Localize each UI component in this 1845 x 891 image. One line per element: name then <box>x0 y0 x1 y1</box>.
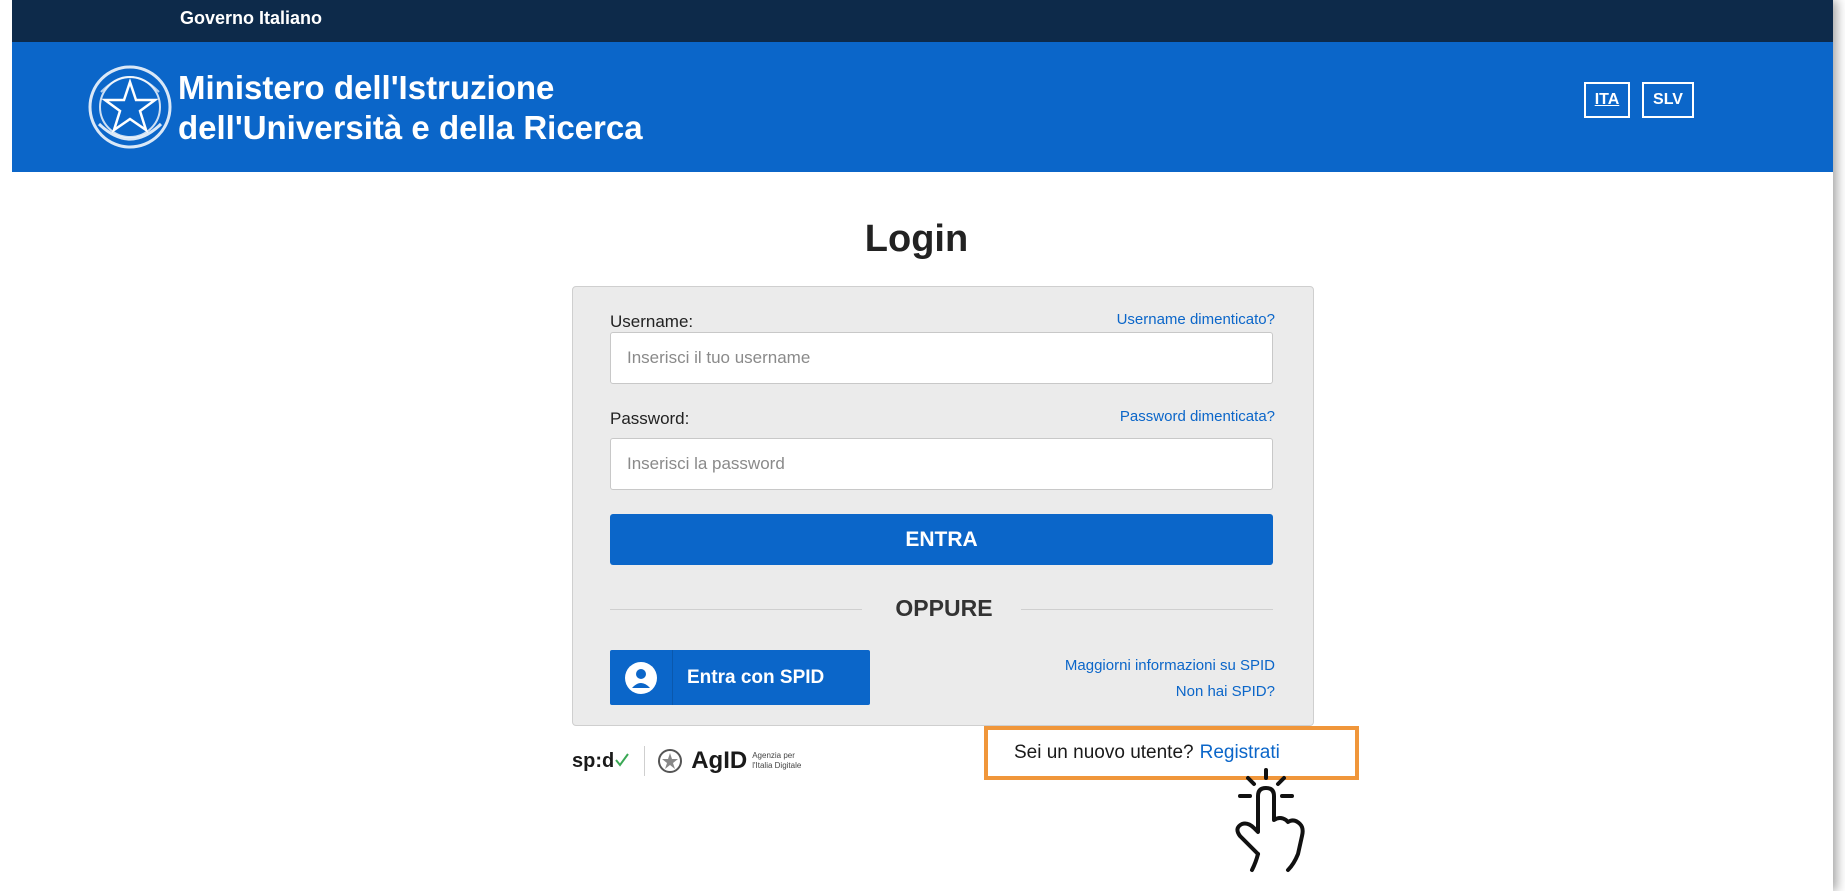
register-link[interactable]: Registrati <box>1200 742 1280 764</box>
register-question: Sei un nuovo utente? <box>1014 742 1194 763</box>
password-label: Password: <box>610 409 690 428</box>
footer-logos: sp:d AgID Agenzia per l'Italia Digitale <box>572 744 801 778</box>
repubblica-emblem-icon <box>88 65 172 149</box>
spid-links: Maggiorni informazioni su SPID Non hai S… <box>1065 653 1275 705</box>
check-icon <box>615 752 630 767</box>
header: Ministero dell'Istruzione dell'Universit… <box>12 42 1833 172</box>
username-input[interactable] <box>610 332 1273 384</box>
lang-ita-button[interactable]: ITA <box>1584 82 1630 118</box>
login-card: Username: Username dimenticato? Password… <box>572 286 1314 726</box>
page-title: Login <box>864 218 969 260</box>
spid-no-link[interactable]: Non hai SPID? <box>1065 679 1275 705</box>
ministry-title[interactable]: Ministero dell'Istruzione dell'Universit… <box>178 68 643 148</box>
password-forgot-link[interactable]: Password dimenticata? <box>1120 408 1275 425</box>
username-forgot-link[interactable]: Username dimenticato? <box>1117 311 1275 328</box>
agid-logo: AgID <box>691 747 748 774</box>
gov-bar-label[interactable]: Governo Italiano <box>180 8 322 29</box>
separator-label: OPPURE <box>895 595 993 621</box>
ministry-title-line2: dell'Università e della Ricerca <box>178 109 643 146</box>
spid-login-label: Entra con SPID <box>687 666 825 688</box>
gov-bar: Governo Italiano <box>12 0 1833 42</box>
agid-sub-line1: Agenzia per <box>752 751 795 760</box>
spid-logo: sp:d <box>572 750 630 773</box>
logo-divider <box>644 746 646 776</box>
username-label: Username: <box>610 312 694 331</box>
spid-logo-text: sp:d <box>572 749 615 772</box>
agid-sub-line2: l'Italia Digitale <box>752 761 802 770</box>
agid-subtitle: Agenzia per l'Italia Digitale <box>752 751 801 771</box>
lang-slv-button[interactable]: SLV <box>1642 82 1694 118</box>
entra-button[interactable]: ENTRA <box>610 514 1273 565</box>
agid-emblem-icon <box>658 749 683 773</box>
spid-login-button[interactable]: Entra con SPID <box>610 650 870 705</box>
password-input[interactable] <box>610 438 1273 490</box>
user-circle-icon <box>610 650 673 705</box>
pointing-hand-icon <box>1235 768 1305 872</box>
spid-more-info-link[interactable]: Maggiorni informazioni su SPID <box>1065 653 1275 679</box>
page-frame: Governo Italiano Ministero dell'Istruzio… <box>0 0 1833 891</box>
ministry-title-line1: Ministero dell'Istruzione <box>178 69 555 106</box>
